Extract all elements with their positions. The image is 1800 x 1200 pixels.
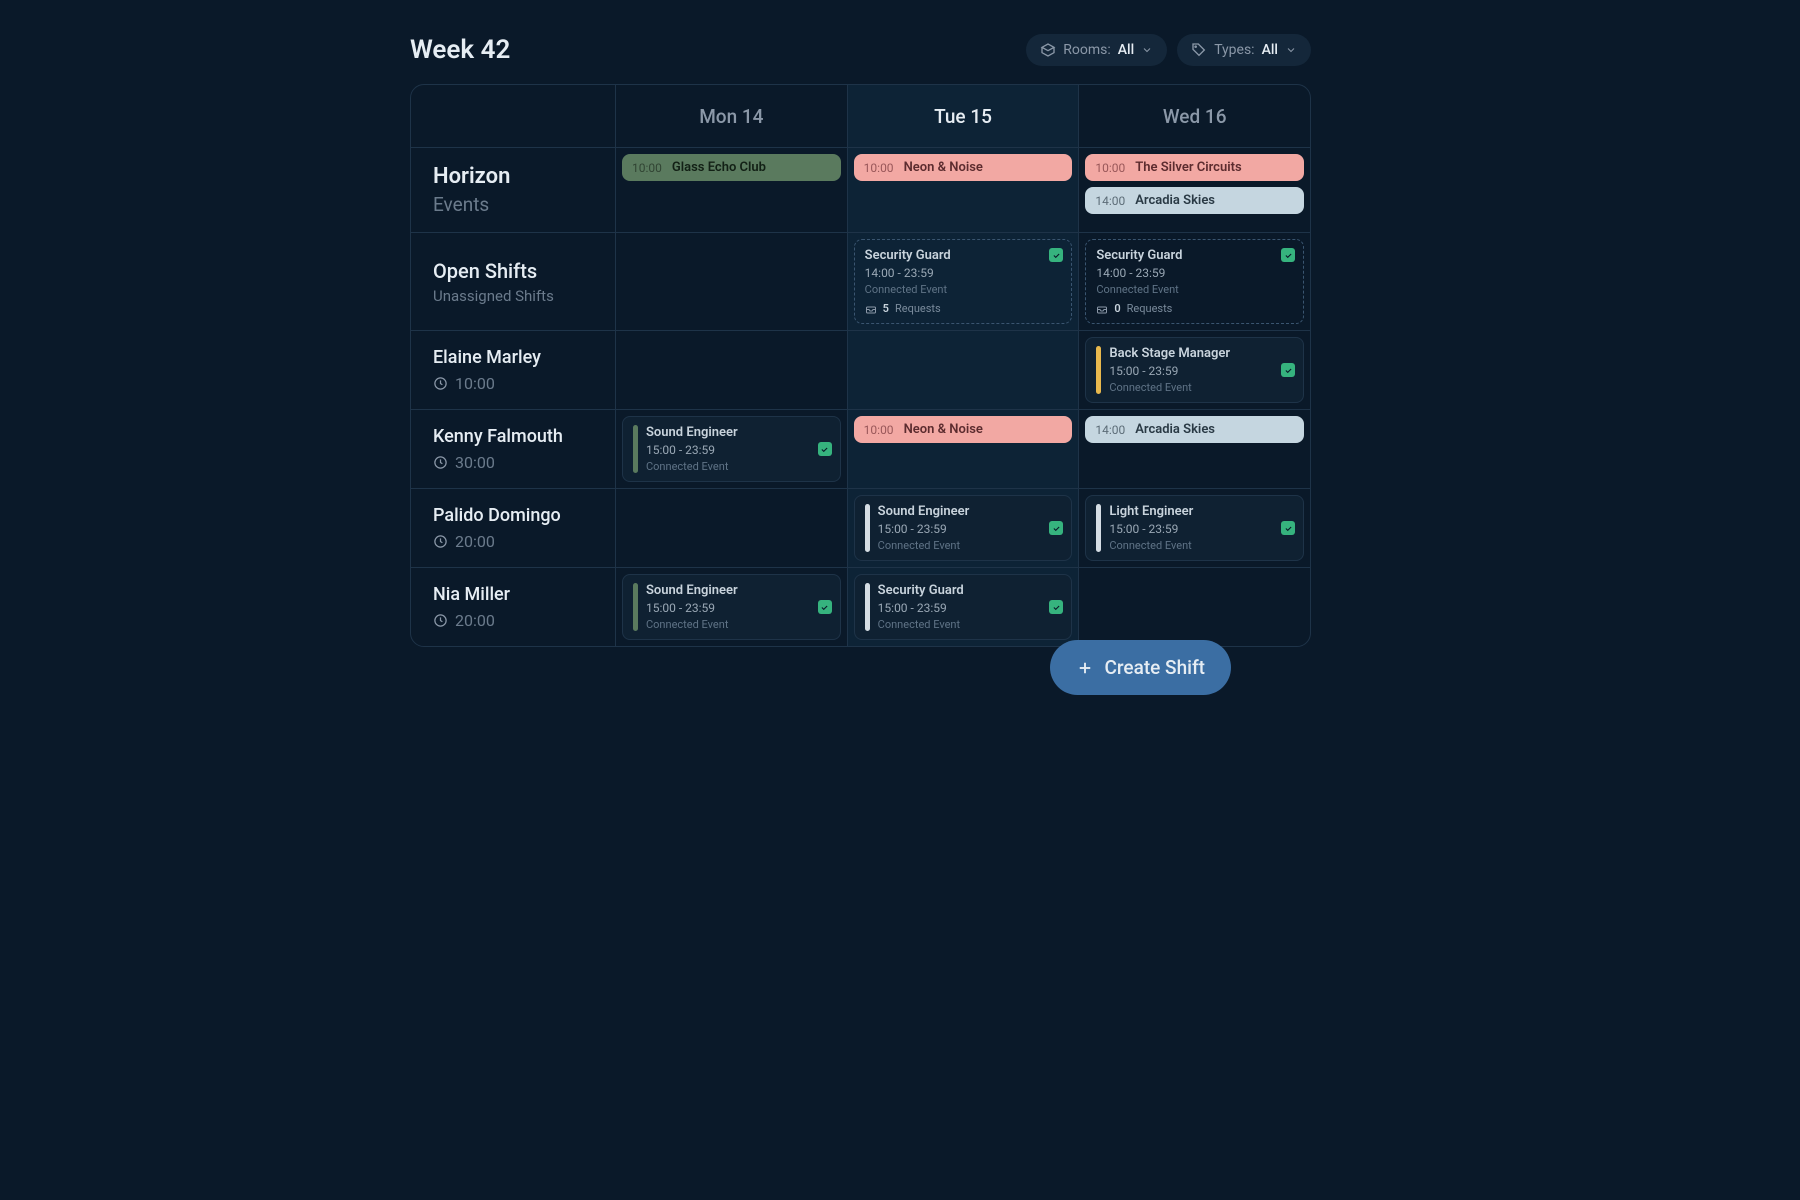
types-filter[interactable]: Types: All [1177, 34, 1311, 66]
row-label: Palido Domingo20:00 [411, 489, 616, 567]
schedule-cell[interactable]: Back Stage Manager15:00 - 23:59Connected… [1079, 331, 1310, 409]
event-chip[interactable]: 14:00Arcadia Skies [1085, 187, 1304, 214]
shift-stripe [865, 583, 870, 631]
schedule-cell[interactable]: 10:00Glass Echo Club [616, 148, 848, 232]
types-label: Types: [1214, 42, 1254, 58]
shift-card[interactable]: Back Stage Manager15:00 - 23:59Connected… [1085, 337, 1304, 403]
row-label: Nia Miller20:00 [411, 568, 616, 646]
corner-cell [411, 85, 616, 147]
rooms-label: Rooms: [1063, 42, 1111, 58]
create-shift-button[interactable]: Create Shift [1050, 640, 1231, 695]
schedule-cell[interactable]: 10:00Neon & Noise [848, 148, 1080, 232]
tag-icon [1191, 42, 1207, 58]
event-chip[interactable]: 10:00Neon & Noise [854, 416, 1073, 443]
schedule-cell[interactable]: 10:00Neon & Noise [848, 410, 1080, 488]
row-label: HorizonEvents [411, 148, 616, 232]
schedule-cell[interactable]: Sound Engineer15:00 - 23:59Connected Eve… [848, 489, 1080, 567]
event-chip[interactable]: 10:00Glass Echo Club [622, 154, 841, 181]
check-icon [818, 442, 832, 456]
shift-stripe [1096, 504, 1101, 552]
shift-stripe [633, 583, 638, 631]
create-shift-label: Create Shift [1104, 656, 1205, 679]
event-chip[interactable]: 10:00The Silver Circuits [1085, 154, 1304, 181]
shift-stripe [633, 425, 638, 473]
day-header[interactable]: Mon 14 [616, 85, 848, 147]
box-icon [1040, 42, 1056, 58]
week-title: Week 42 [410, 35, 510, 65]
schedule-cell[interactable]: Sound Engineer15:00 - 23:59Connected Eve… [616, 568, 848, 646]
shift-stripe [865, 504, 870, 552]
schedule-cell[interactable] [616, 331, 848, 409]
day-header[interactable]: Wed 16 [1079, 85, 1310, 147]
check-icon [1049, 600, 1063, 614]
shift-card[interactable]: Security Guard14:00 - 23:59Connected Eve… [854, 239, 1073, 324]
shift-card[interactable]: Sound Engineer15:00 - 23:59Connected Eve… [622, 574, 841, 640]
schedule-cell[interactable]: Sound Engineer15:00 - 23:59Connected Eve… [616, 410, 848, 488]
shift-card[interactable]: Light Engineer15:00 - 23:59Connected Eve… [1085, 495, 1304, 561]
check-icon [1281, 521, 1295, 535]
rooms-value: All [1118, 42, 1134, 58]
rooms-filter[interactable]: Rooms: All [1026, 34, 1167, 66]
shift-card[interactable]: Sound Engineer15:00 - 23:59Connected Eve… [854, 495, 1073, 561]
chevron-down-icon [1141, 44, 1153, 56]
plus-icon [1076, 659, 1094, 677]
shift-card[interactable]: Security Guard14:00 - 23:59Connected Eve… [1085, 239, 1304, 324]
check-icon [818, 600, 832, 614]
check-icon [1049, 521, 1063, 535]
schedule-cell[interactable] [1079, 568, 1310, 646]
check-icon [1049, 248, 1063, 262]
chevron-down-icon [1285, 44, 1297, 56]
event-chip[interactable]: 10:00Neon & Noise [854, 154, 1073, 181]
shift-card[interactable]: Sound Engineer15:00 - 23:59Connected Eve… [622, 416, 841, 482]
types-value: All [1262, 42, 1278, 58]
check-icon [1281, 363, 1295, 377]
schedule-cell[interactable]: 10:00The Silver Circuits 14:00Arcadia Ski… [1079, 148, 1310, 232]
check-icon [1281, 248, 1295, 262]
schedule-cell[interactable] [848, 331, 1080, 409]
shift-stripe [1096, 346, 1101, 394]
day-header[interactable]: Tue 15 [848, 85, 1080, 147]
schedule-grid: Mon 14Tue 15Wed 16 HorizonEvents10:00Gla… [410, 84, 1311, 647]
schedule-cell[interactable]: Light Engineer15:00 - 23:59Connected Eve… [1079, 489, 1310, 567]
schedule-cell[interactable]: Security Guard14:00 - 23:59Connected Eve… [848, 233, 1080, 330]
schedule-cell[interactable]: Security Guard15:00 - 23:59Connected Eve… [848, 568, 1080, 646]
schedule-cell[interactable] [616, 489, 848, 567]
event-chip[interactable]: 14:00Arcadia Skies [1085, 416, 1304, 443]
schedule-cell[interactable]: 14:00Arcadia Skies [1079, 410, 1310, 488]
schedule-cell[interactable] [616, 233, 848, 330]
shift-card[interactable]: Security Guard15:00 - 23:59Connected Eve… [854, 574, 1073, 640]
row-label: Elaine Marley10:00 [411, 331, 616, 409]
schedule-cell[interactable]: Security Guard14:00 - 23:59Connected Eve… [1079, 233, 1310, 330]
row-label: Kenny Falmouth30:00 [411, 410, 616, 488]
row-label: Open ShiftsUnassigned Shifts [411, 233, 616, 330]
